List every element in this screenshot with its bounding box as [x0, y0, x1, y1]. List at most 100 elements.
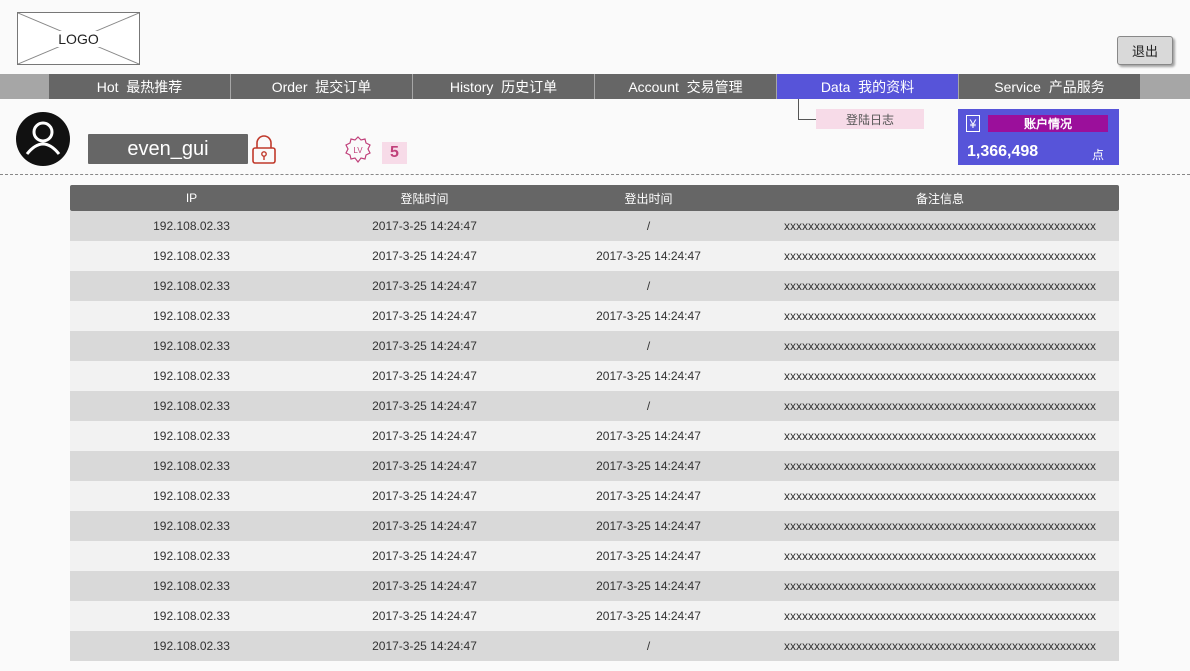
cell-logout-time: 2017-3-25 14:24:47 — [596, 429, 701, 443]
submenu-login-log[interactable]: 登陆日志 — [816, 109, 924, 129]
table-row[interactable]: 192.108.02.33 2017-3-25 14:24:47 2017-3-25… — [70, 511, 1119, 541]
column-header-ip: IP — [185, 191, 198, 205]
cell-login-time: 2017-3-25 14:24:47 — [372, 489, 477, 503]
account-summary[interactable]: ¥ 账户情况 1,366,498 点 — [958, 109, 1119, 165]
cell-notes: xxxxxxxxxxxxxxxxxxxxxxxxxxxxxxxxxxxxxxxx… — [784, 579, 1096, 593]
table-row[interactable]: 192.108.02.33 2017-3-25 14:24:47 2017-3-25… — [70, 421, 1119, 451]
cell-ip: 192.108.02.33 — [153, 609, 230, 623]
cell-ip: 192.108.02.33 — [153, 399, 230, 413]
table-row[interactable]: 192.108.02.33 2017-3-25 14:24:47 2017-3-25… — [70, 481, 1119, 511]
cell-ip: 192.108.02.33 — [153, 339, 230, 353]
table-row[interactable]: 192.108.02.33 2017-3-25 14:24:47 / xxxxxxxx… — [70, 271, 1119, 301]
username: even_gui — [88, 134, 248, 164]
table-row[interactable]: 192.108.02.33 2017-3-25 14:24:47 2017-3-25… — [70, 241, 1119, 271]
lock-icon[interactable] — [251, 135, 277, 170]
nav-item-hot[interactable]: Hot 最热推荐 — [49, 74, 231, 99]
logo-text: LOGO — [56, 30, 101, 47]
login-log-table: IP 登陆时间 登出时间 备注信息 192.108.02.33 2017-3-25… — [70, 185, 1119, 661]
cell-login-time: 2017-3-25 14:24:47 — [372, 459, 477, 473]
cell-notes: xxxxxxxxxxxxxxxxxxxxxxxxxxxxxxxxxxxxxxxx… — [784, 249, 1096, 263]
cell-logout-time: 2017-3-25 14:24:47 — [596, 519, 701, 533]
cell-logout-time: 2017-3-25 14:24:47 — [596, 609, 701, 623]
cell-logout-time: 2017-3-25 14:24:47 — [596, 309, 701, 323]
cell-ip: 192.108.02.33 — [153, 249, 230, 263]
cell-ip: 192.108.02.33 — [153, 549, 230, 563]
table-header: IP 登陆时间 登出时间 备注信息 — [70, 185, 1119, 211]
cell-notes: xxxxxxxxxxxxxxxxxxxxxxxxxxxxxxxxxxxxxxxx… — [784, 279, 1096, 293]
table-body: 192.108.02.33 2017-3-25 14:24:47 / xxxxxxxx… — [70, 211, 1119, 661]
cell-ip: 192.108.02.33 — [153, 639, 230, 653]
column-header-login-time: 登陆时间 — [400, 191, 449, 206]
table-row[interactable]: 192.108.02.33 2017-3-25 14:24:47 / xxxxxxxx… — [70, 211, 1119, 241]
cell-login-time: 2017-3-25 14:24:47 — [372, 429, 477, 443]
cell-ip: 192.108.02.33 — [153, 429, 230, 443]
cell-ip: 192.108.02.33 — [153, 579, 230, 593]
cell-login-time: 2017-3-25 14:24:47 — [372, 399, 477, 413]
cell-notes: xxxxxxxxxxxxxxxxxxxxxxxxxxxxxxxxxxxxxxxx… — [784, 609, 1096, 623]
cell-logout-time: 2017-3-25 14:24:47 — [596, 249, 701, 263]
cell-logout-time: 2017-3-25 14:24:47 — [596, 459, 701, 473]
table-row[interactable]: 192.108.02.33 2017-3-25 14:24:47 2017-3-25… — [70, 571, 1119, 601]
cell-notes: xxxxxxxxxxxxxxxxxxxxxxxxxxxxxxxxxxxxxxxx… — [784, 339, 1096, 353]
cell-login-time: 2017-3-25 14:24:47 — [372, 249, 477, 263]
cell-login-time: 2017-3-25 14:24:47 — [372, 639, 477, 653]
main-nav: Hot 最热推荐 Order 提交订单 History 历史订单 Account… — [0, 74, 1190, 99]
cell-login-time: 2017-3-25 14:24:47 — [372, 309, 477, 323]
cell-logout-time: 2017-3-25 14:24:47 — [596, 369, 701, 383]
cell-login-time: 2017-3-25 14:24:47 — [372, 519, 477, 533]
column-header-notes: 备注信息 — [915, 191, 964, 206]
cell-ip: 192.108.02.33 — [153, 519, 230, 533]
cell-logout-time: 2017-3-25 14:24:47 — [596, 549, 701, 563]
cell-logout-time: 2017-3-25 14:24:47 — [596, 489, 701, 503]
cell-logout-time: / — [646, 219, 651, 233]
cell-login-time: 2017-3-25 14:24:47 — [372, 369, 477, 383]
cell-login-time: 2017-3-25 14:24:47 — [372, 219, 477, 233]
cell-notes: xxxxxxxxxxxxxxxxxxxxxxxxxxxxxxxxxxxxxxxx… — [784, 489, 1096, 503]
level-value: 5 — [382, 142, 407, 164]
cell-login-time: 2017-3-25 14:24:47 — [372, 579, 477, 593]
nav-item-account[interactable]: Account 交易管理 — [595, 74, 777, 99]
submenu-connector — [798, 99, 816, 120]
cell-ip: 192.108.02.33 — [153, 309, 230, 323]
cell-ip: 192.108.02.33 — [153, 459, 230, 473]
cell-login-time: 2017-3-25 14:24:47 — [372, 279, 477, 293]
cell-logout-time: / — [646, 339, 651, 353]
table-row[interactable]: 192.108.02.33 2017-3-25 14:24:47 / xxxxxxxx… — [70, 331, 1119, 361]
column-header-logout-time: 登出时间 — [624, 191, 673, 206]
cell-notes: xxxxxxxxxxxxxxxxxxxxxxxxxxxxxxxxxxxxxxxx… — [784, 549, 1096, 563]
cell-login-time: 2017-3-25 14:24:47 — [372, 339, 477, 353]
cell-notes: xxxxxxxxxxxxxxxxxxxxxxxxxxxxxxxxxxxxxxxx… — [784, 399, 1096, 413]
cell-notes: xxxxxxxxxxxxxxxxxxxxxxxxxxxxxxxxxxxxxxxx… — [784, 639, 1096, 653]
section-divider — [0, 174, 1190, 175]
cell-ip: 192.108.02.33 — [153, 219, 230, 233]
cell-notes: xxxxxxxxxxxxxxxxxxxxxxxxxxxxxxxxxxxxxxxx… — [784, 219, 1096, 233]
table-row[interactable]: 192.108.02.33 2017-3-25 14:24:47 / xxxxxxxx… — [70, 631, 1119, 661]
cell-notes: xxxxxxxxxxxxxxxxxxxxxxxxxxxxxxxxxxxxxxxx… — [784, 369, 1096, 383]
avatar[interactable] — [16, 112, 70, 166]
cell-notes: xxxxxxxxxxxxxxxxxxxxxxxxxxxxxxxxxxxxxxxx… — [784, 429, 1096, 443]
logout-button[interactable]: 退出 — [1117, 36, 1173, 65]
cell-notes: xxxxxxxxxxxxxxxxxxxxxxxxxxxxxxxxxxxxxxxx… — [784, 309, 1096, 323]
table-row[interactable]: 192.108.02.33 2017-3-25 14:24:47 2017-3-25… — [70, 361, 1119, 391]
nav-item-data[interactable]: Data 我的资料 — [777, 74, 959, 99]
nav-item-history[interactable]: History 历史订单 — [413, 74, 595, 99]
table-row[interactable]: 192.108.02.33 2017-3-25 14:24:47 / xxxxxxxx… — [70, 391, 1119, 421]
cell-ip: 192.108.02.33 — [153, 279, 230, 293]
nav-item-service[interactable]: Service 产品服务 — [959, 74, 1141, 99]
yen-icon: ¥ — [966, 115, 980, 132]
cell-notes: xxxxxxxxxxxxxxxxxxxxxxxxxxxxxxxxxxxxxxxx… — [784, 459, 1096, 473]
level-badge-icon: LV — [343, 136, 373, 169]
cell-notes: xxxxxxxxxxxxxxxxxxxxxxxxxxxxxxxxxxxxxxxx… — [784, 519, 1096, 533]
account-label: 账户情况 — [988, 115, 1108, 132]
nav-item-order[interactable]: Order 提交订单 — [231, 74, 413, 99]
level-badge-text: LV — [353, 146, 363, 155]
cell-logout-time: / — [646, 399, 651, 413]
cell-ip: 192.108.02.33 — [153, 489, 230, 503]
table-row[interactable]: 192.108.02.33 2017-3-25 14:24:47 2017-3-25… — [70, 541, 1119, 571]
table-row[interactable]: 192.108.02.33 2017-3-25 14:24:47 2017-3-25… — [70, 301, 1119, 331]
account-amount: 1,366,498 — [967, 143, 1039, 160]
table-row[interactable]: 192.108.02.33 2017-3-25 14:24:47 2017-3-25… — [70, 601, 1119, 631]
logo: LOGO — [17, 12, 140, 65]
table-row[interactable]: 192.108.02.33 2017-3-25 14:24:47 2017-3-25… — [70, 451, 1119, 481]
cell-ip: 192.108.02.33 — [153, 369, 230, 383]
